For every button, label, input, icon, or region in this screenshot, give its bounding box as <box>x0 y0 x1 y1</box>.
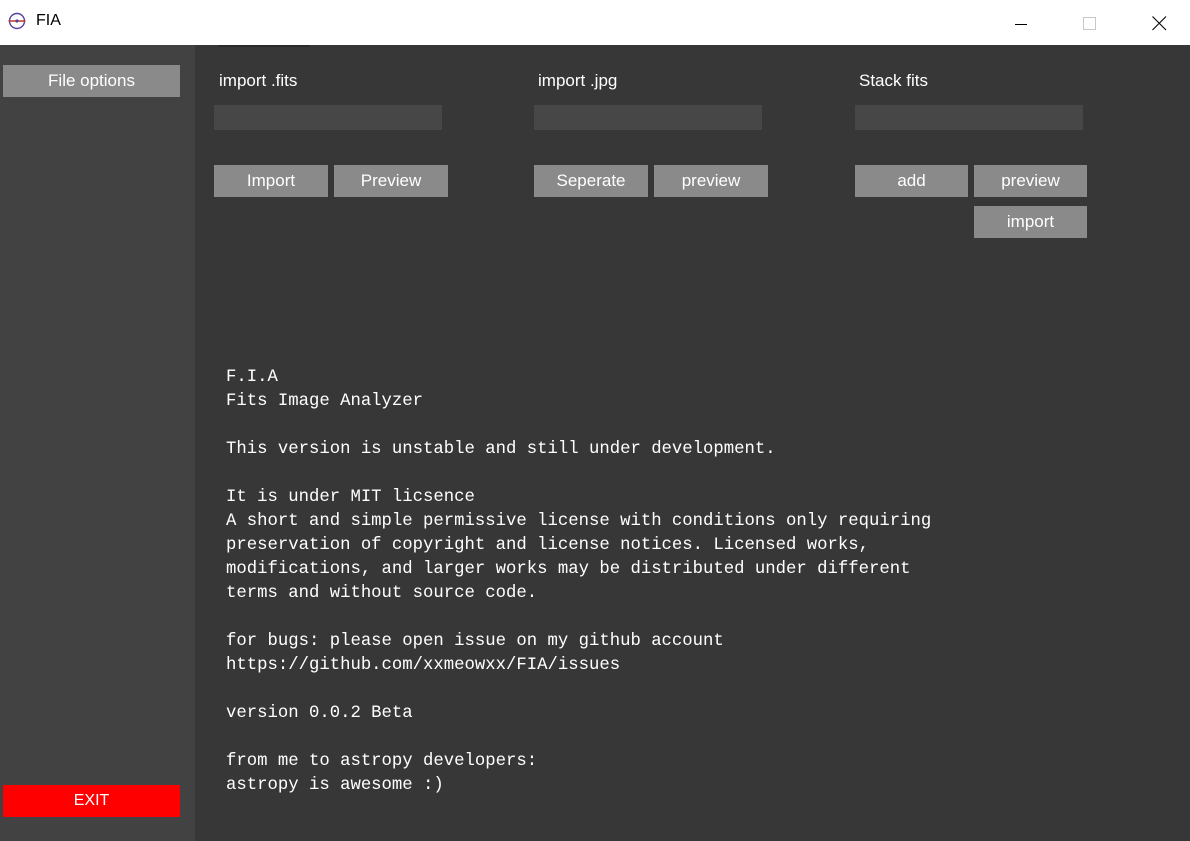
stack-fits-path-field[interactable] <box>855 105 1083 130</box>
info-line: It is under MIT licsence <box>226 488 475 507</box>
info-line: modifications, and larger works may be d… <box>226 560 911 579</box>
sidebar: File options EXIT <box>0 45 195 841</box>
main-panel: import .fits Import Preview import .jpg … <box>195 45 1190 841</box>
close-icon <box>1152 15 1167 30</box>
info-line: https://github.com/xxmeowxx/FIA/issues <box>226 656 621 675</box>
app-icon <box>7 11 27 31</box>
separate-jpg-button[interactable]: Seperate <box>534 165 648 197</box>
import-fits-path-field[interactable] <box>214 105 442 130</box>
info-text: F.I.A Fits Image Analyzer This version i… <box>226 366 931 798</box>
import-jpg-label: import .jpg <box>538 71 618 90</box>
info-line: preservation of copyright and license no… <box>226 536 869 555</box>
window-title: FIA <box>36 12 61 29</box>
info-line: for bugs: please open issue on my github… <box>226 632 724 651</box>
info-line: astropy is awesome :) <box>226 776 444 795</box>
minimize-icon <box>1015 23 1027 25</box>
import-stack-button[interactable]: import <box>974 206 1087 238</box>
info-line: Fits Image Analyzer <box>226 392 424 411</box>
import-fits-label: import .fits <box>219 71 298 90</box>
info-line: This version is unstable and still under… <box>226 440 776 459</box>
import-jpg-path-field[interactable] <box>534 105 762 130</box>
preview-jpg-button[interactable]: preview <box>654 165 768 197</box>
maximize-button[interactable] <box>1066 0 1112 45</box>
top-divider <box>218 45 310 47</box>
title-bar: FIA <box>0 0 1190 45</box>
info-line: A short and simple permissive license wi… <box>226 512 932 531</box>
info-line: version 0.0.2 Beta <box>226 704 413 723</box>
minimize-button[interactable] <box>998 0 1044 45</box>
import-fits-button[interactable]: Import <box>214 165 328 197</box>
maximize-icon <box>1083 16 1096 30</box>
preview-fits-button[interactable]: Preview <box>334 165 448 197</box>
info-line: terms and without source code. <box>226 584 538 603</box>
preview-stack-button[interactable]: preview <box>974 165 1087 197</box>
stack-fits-label: Stack fits <box>859 71 928 90</box>
info-line: from me to astropy developers: <box>226 752 538 771</box>
info-line: F.I.A <box>226 368 278 387</box>
close-button[interactable] <box>1136 0 1182 45</box>
add-stack-button[interactable]: add <box>855 165 968 197</box>
file-options-button[interactable]: File options <box>3 65 180 97</box>
exit-button[interactable]: EXIT <box>3 785 180 817</box>
